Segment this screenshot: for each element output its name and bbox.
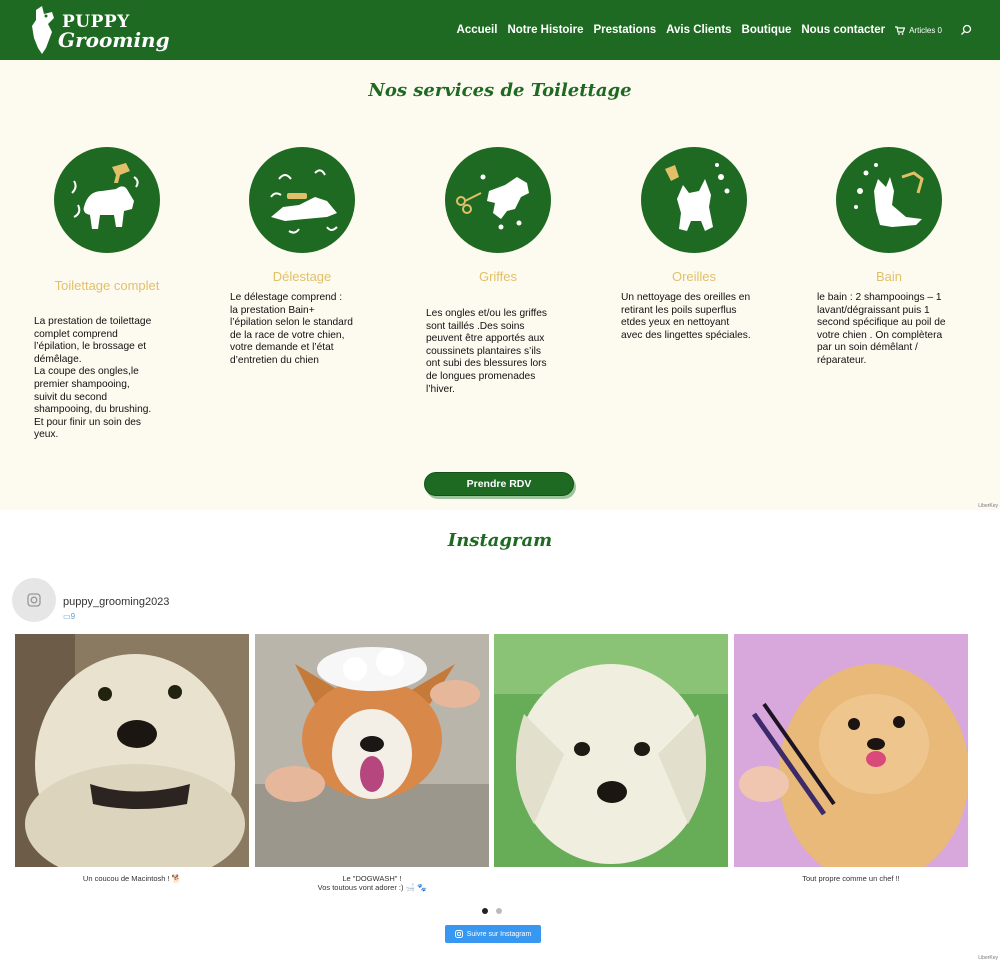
cart-label: Articles 0 xyxy=(909,25,942,35)
service-text-griffes: Les ongles et/ou les griffes sont taillé… xyxy=(426,308,548,395)
post-caption-4: Tout propre comme un chef !! xyxy=(802,874,900,883)
posts-icon: ▭ xyxy=(63,612,71,621)
nav-item-nous-contacter[interactable]: Nous contacter xyxy=(801,24,885,36)
service-title-griffes: Griffes xyxy=(478,269,518,284)
instagram-post-corgi[interactable] xyxy=(255,634,489,867)
nav-item-prestations[interactable]: Prestations xyxy=(594,24,657,36)
service-text-toilettage: La prestation de toilettage complet comp… xyxy=(34,316,152,441)
service-text-oreilles: Un nettoyage des oreilles en retirant le… xyxy=(621,292,751,341)
service-icon-bain xyxy=(836,147,942,253)
pomeranian-photo xyxy=(734,634,968,867)
nav-item-boutique[interactable]: Boutique xyxy=(742,24,792,36)
carousel-dot-1[interactable] xyxy=(482,908,488,914)
corgi-photo xyxy=(255,634,489,867)
dog-brush-icon xyxy=(270,169,338,234)
nav-item-notre-histoire[interactable]: Notre Histoire xyxy=(507,24,583,36)
nav-item-avis-clients[interactable]: Avis Clients xyxy=(666,24,731,36)
follow-label: Suivre sur Instagram xyxy=(466,930,532,938)
service-icon-oreilles xyxy=(641,147,747,253)
instagram-avatar[interactable] xyxy=(12,578,56,622)
carousel-dot-2[interactable] xyxy=(496,908,502,914)
instagram-icon xyxy=(27,593,41,607)
westie-photo xyxy=(15,634,249,867)
post-count-value: 9 xyxy=(70,612,76,621)
instagram-title: Instagram xyxy=(447,530,553,551)
prendre-rdv-button[interactable]: Prendre RDV xyxy=(424,472,574,496)
service-icon-griffes xyxy=(445,147,551,253)
services-section: Nos services de Toilettage Toilettage co… xyxy=(0,60,1000,510)
dog-dryer-icon xyxy=(71,163,139,229)
liberkey-note: LiberKey xyxy=(978,503,998,509)
service-icon-delestage xyxy=(249,147,355,253)
dog-shower-icon xyxy=(854,163,924,227)
cart-icon xyxy=(895,25,906,35)
service-title-oreilles: Oreilles xyxy=(671,269,717,284)
instagram-small-icon xyxy=(454,930,463,938)
brand-logo[interactable]: PUPPY Grooming xyxy=(28,4,170,56)
service-icon-toilettage xyxy=(54,147,160,253)
main-nav: Accueil Notre Histoire Prestations Avis … xyxy=(457,0,972,60)
service-text-delestage: Le délestage comprend : la prestation Ba… xyxy=(230,292,353,366)
site-header: PUPPY Grooming Accueil Notre Histoire Pr… xyxy=(0,0,1000,60)
post-caption-1: Un coucou de Macintosh ! 🐕 xyxy=(82,874,182,883)
services-title: Nos services de Toilettage xyxy=(368,80,632,101)
instagram-username[interactable]: puppy_grooming2023 xyxy=(63,596,169,608)
follow-instagram-button[interactable]: Suivre sur Instagram xyxy=(445,925,541,943)
dog-ear-cleaner-icon xyxy=(665,163,730,231)
instagram-post-count: ▭9 xyxy=(63,612,75,621)
cart-link[interactable]: Articles 0 xyxy=(895,26,942,35)
puppy-photo xyxy=(494,634,728,867)
instagram-section: Instagram puppy_grooming2023 ▭9 Un couco… xyxy=(0,510,1000,963)
liberkey-note-2: LiberKey xyxy=(978,955,998,961)
instagram-post-westie[interactable] xyxy=(15,634,249,867)
service-title-delestage: Délestage xyxy=(272,269,332,284)
service-title-bain: Bain xyxy=(875,269,903,284)
brand-line2: Grooming xyxy=(58,28,170,52)
service-title-toilettage: Toilettage complet xyxy=(54,278,160,293)
dog-scissors-icon xyxy=(456,174,529,230)
instagram-post-puppy[interactable] xyxy=(494,634,728,867)
nav-item-accueil[interactable]: Accueil xyxy=(457,24,498,36)
post-caption-2: Le "DOGWASH" ! Vos toutous vont adorer :… xyxy=(317,874,427,892)
search-icon[interactable] xyxy=(960,24,972,36)
instagram-post-pomeranian[interactable] xyxy=(734,634,968,867)
service-text-bain: le bain : 2 shampooings – 1 lavant/dégra… xyxy=(817,292,946,366)
